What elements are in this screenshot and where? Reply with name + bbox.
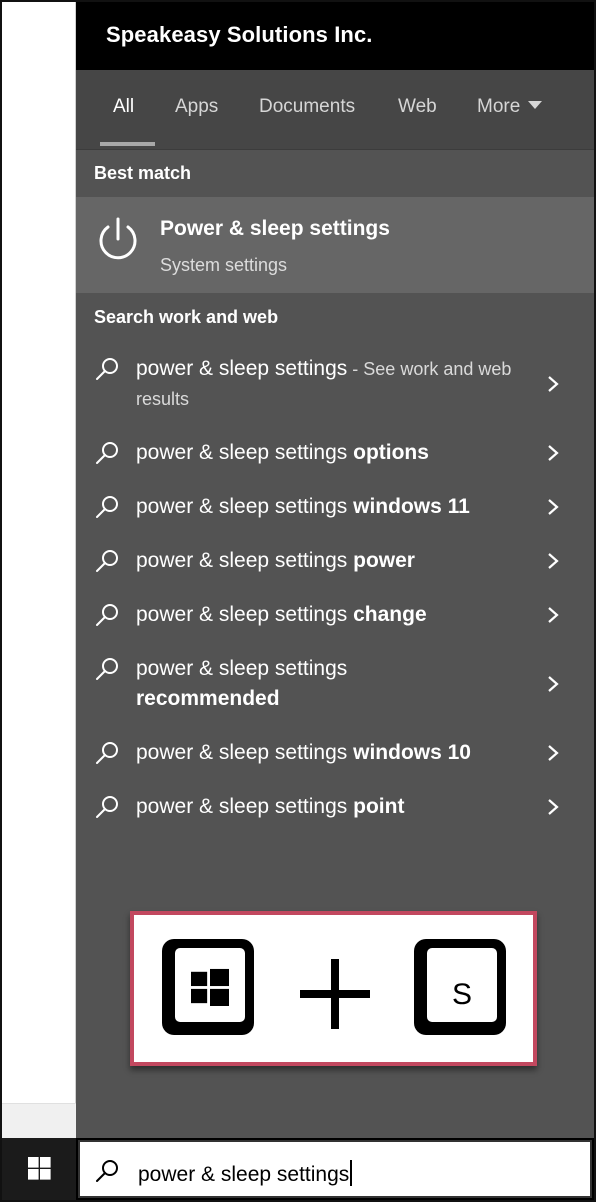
result-suggestion: options xyxy=(353,441,429,464)
search-icon xyxy=(96,358,118,380)
result-query: power & sleep settings xyxy=(136,603,354,626)
search-icon xyxy=(96,742,118,764)
taskbar: power & sleep settings xyxy=(2,1138,594,1200)
result-query: power & sleep settings xyxy=(136,795,354,818)
best-match-heading: Best match xyxy=(94,163,192,183)
s-key-label: S xyxy=(451,978,472,1011)
tab-web[interactable]: Web xyxy=(398,96,437,118)
list-item[interactable]: power & sleep settings point xyxy=(76,792,594,832)
result-text: power & sleep settings windows 10 xyxy=(136,738,536,768)
organization-name: Speakeasy Solutions Inc. xyxy=(106,22,373,47)
windows-logo-icon xyxy=(191,968,229,1006)
list-item[interactable]: power & sleep settings windows 10 xyxy=(76,738,594,778)
chevron-right-icon xyxy=(548,745,559,761)
text-cursor xyxy=(350,1160,352,1186)
search-tabs: All Apps Documents Web More xyxy=(76,70,594,150)
result-query: power & sleep settings xyxy=(136,441,354,464)
list-item[interactable]: power & sleep settings options xyxy=(76,438,594,478)
s-key: S xyxy=(414,939,506,1035)
chevron-right-icon xyxy=(548,445,559,461)
best-match-subtitle: System settings xyxy=(160,255,288,275)
best-match-title: Power & sleep settings xyxy=(160,217,390,240)
panel-header: Speakeasy Solutions Inc. xyxy=(76,2,594,70)
result-suggestion: windows 11 xyxy=(353,495,470,518)
tab-documents[interactable]: Documents xyxy=(259,96,355,118)
search-icon xyxy=(96,550,118,572)
search-input-value: power & sleep settings xyxy=(138,1163,350,1186)
result-query: power & sleep settings xyxy=(136,495,354,518)
search-input[interactable]: power & sleep settings xyxy=(138,1160,352,1187)
chevron-right-icon xyxy=(548,499,559,515)
tab-apps[interactable]: Apps xyxy=(175,96,218,118)
start-button[interactable] xyxy=(2,1138,76,1200)
background-page xyxy=(2,2,76,1138)
result-text: power & sleep settings power xyxy=(136,546,536,576)
windows-logo-icon xyxy=(28,1157,51,1180)
result-suggestion: power xyxy=(353,549,415,572)
search-web-heading: Search work and web xyxy=(94,307,279,327)
result-suggestion: point xyxy=(353,795,405,818)
result-text: power & sleep settings change xyxy=(136,600,536,630)
search-icon xyxy=(96,658,118,680)
chevron-right-icon xyxy=(548,553,559,569)
list-item[interactable]: power & sleep settings power xyxy=(76,546,594,586)
result-query: power & sleep settings xyxy=(136,549,354,572)
search-icon xyxy=(96,604,118,626)
result-text: power & sleep settings point xyxy=(136,792,536,822)
background-page-footer xyxy=(2,1103,76,1138)
chevron-right-icon xyxy=(548,607,559,623)
result-query: power & sleep settings xyxy=(136,357,348,380)
tab-more[interactable]: More xyxy=(477,96,543,118)
chevron-down-icon xyxy=(528,101,543,109)
result-suggestion: change xyxy=(353,603,427,626)
result-text: power & sleep settings recommended xyxy=(136,654,396,714)
result-suggestion: recommended xyxy=(136,687,280,710)
result-text: power & sleep settings - See work and we… xyxy=(136,354,516,414)
chevron-right-icon xyxy=(548,799,559,815)
result-query: power & sleep settings xyxy=(136,657,348,680)
list-item[interactable]: power & sleep settings - See work and we… xyxy=(76,352,594,418)
power-icon xyxy=(99,217,137,260)
tab-all[interactable]: All xyxy=(113,96,134,118)
list-item[interactable]: power & sleep settings windows 11 xyxy=(76,492,594,532)
search-icon xyxy=(96,1160,118,1182)
chevron-right-icon xyxy=(548,676,559,692)
tab-more-label: More xyxy=(477,96,521,117)
active-tab-indicator xyxy=(100,142,155,146)
search-icon xyxy=(96,796,118,818)
result-query: power & sleep settings xyxy=(136,741,354,764)
keyboard-shortcut-graphic: S xyxy=(130,911,537,1066)
list-item[interactable]: power & sleep settings recommended xyxy=(76,654,594,720)
windows-key-face xyxy=(172,945,248,1025)
result-text: power & sleep settings windows 11 xyxy=(136,492,536,522)
best-match-item[interactable]: Power & sleep settings System settings xyxy=(76,197,594,293)
result-suggestion: windows 10 xyxy=(353,741,471,764)
search-icon xyxy=(96,442,118,464)
s-key-face: S xyxy=(424,945,500,1025)
taskbar-search-box[interactable]: power & sleep settings xyxy=(78,1140,592,1198)
result-text: power & sleep settings options xyxy=(136,438,536,468)
windows-key xyxy=(162,939,254,1035)
list-item[interactable]: power & sleep settings change xyxy=(76,600,594,640)
search-icon xyxy=(96,496,118,518)
chevron-right-icon xyxy=(548,376,559,392)
plus-icon xyxy=(300,959,370,1029)
